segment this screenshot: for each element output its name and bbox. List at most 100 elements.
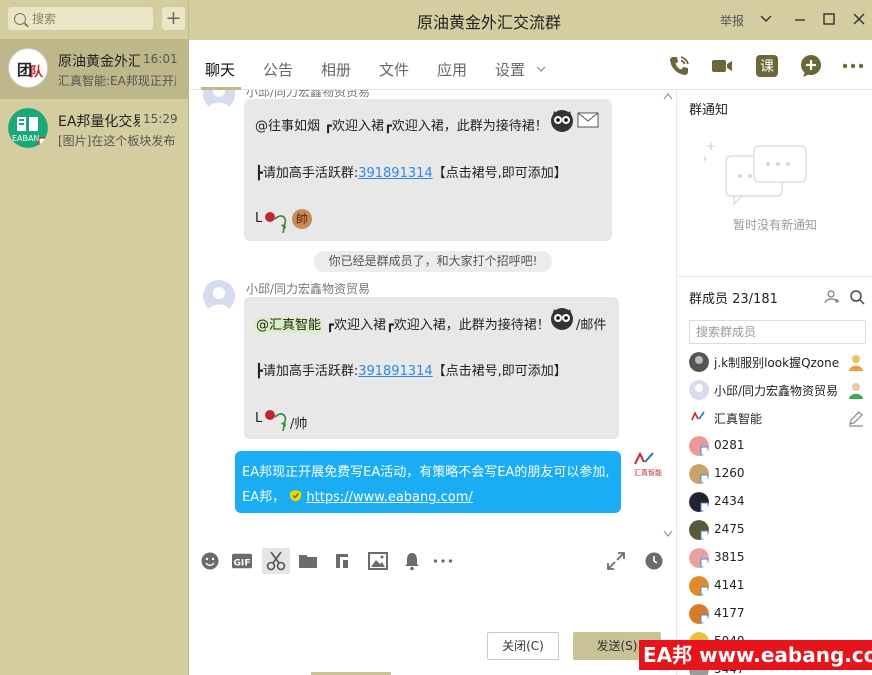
tab-apps[interactable]: 应用 <box>437 59 467 80</box>
sender-avatar[interactable] <box>203 280 235 312</box>
member-avatar <box>689 520 709 540</box>
svg-text:GIF: GIF <box>233 559 250 569</box>
tab-settings[interactable]: 设置 <box>495 59 525 80</box>
add-app-icon[interactable] <box>799 54 823 78</box>
empty-notice-illustration-icon: + + <box>704 139 807 206</box>
notice-title: 群通知 <box>689 103 729 118</box>
member-avatar <box>689 352 709 372</box>
tab-announcement[interactable]: 公告 <box>263 59 293 80</box>
admin-icon <box>849 383 863 399</box>
image-icon[interactable] <box>368 551 388 571</box>
chat-area: 小邱/同力宏鑫物资贸易 @往事如烟 ┏欢迎入裙┏欢迎入裙，此群为接待裙！ ┣请加… <box>189 90 676 540</box>
edit-pencil-icon[interactable] <box>847 409 865 427</box>
report-button[interactable]: 举报 <box>720 12 744 29</box>
group-avatar: 团队 <box>8 48 48 88</box>
member-item[interactable]: 1260 <box>677 460 872 488</box>
minimize-icon[interactable] <box>792 11 808 27</box>
member-item[interactable]: 2434 <box>677 488 872 516</box>
conversation-time: 15:29 <box>143 112 178 126</box>
collapse-icon[interactable] <box>663 92 673 100</box>
commander-emoji-icon: 帥 <box>292 209 312 229</box>
chevron-down-icon <box>536 66 546 72</box>
gif-icon[interactable]: GIF <box>232 551 252 571</box>
member-item[interactable]: 3815 <box>677 544 872 572</box>
tab-bar: 聊天 公告 相册 文件 应用 设置 课 <box>189 40 872 90</box>
member-item[interactable]: 汇真智能 <box>677 404 872 432</box>
close-icon[interactable] <box>851 11 867 27</box>
message-text: /邮件 <box>576 318 607 333</box>
member-item[interactable]: 4177 <box>677 600 872 628</box>
my-avatar[interactable]: 汇真智能 <box>631 450 665 480</box>
scroll-down-icon[interactable] <box>663 530 673 538</box>
more-tools-icon[interactable] <box>433 551 453 571</box>
member-avatar <box>689 576 709 596</box>
chevron-down-icon[interactable] <box>758 11 774 27</box>
svg-text:+: + <box>706 139 716 153</box>
message-text: ┣请加高手活跃群:391891314【点击裙号,即可添加】 <box>255 364 567 379</box>
member-avatar <box>689 464 709 484</box>
url-link[interactable]: https://www.eabang.com/ <box>306 490 472 505</box>
search-icon <box>14 12 26 25</box>
member-avatar <box>689 436 709 456</box>
message-bubble[interactable]: @汇真智能 ┏欢迎入裙┏欢迎入裙，此群为接待裙！ /邮件 ┣请加高手活跃群:39… <box>244 297 619 439</box>
member-name: 4141 <box>714 578 745 592</box>
member-avatar <box>689 548 709 568</box>
tab-files[interactable]: 文件 <box>379 59 409 80</box>
conversation-time: 16:01 <box>143 52 178 66</box>
more-icon[interactable] <box>841 54 865 78</box>
conversation-item[interactable]: EABAN EA邦量化交易 15:29 [图片]在这个板块发布 <box>0 99 189 159</box>
conversation-item[interactable]: 团队 原油黄金外汇交流群 16:01 汇真智能:EA邦现正开展免费写EA活动 <box>0 39 189 99</box>
message-bubble[interactable]: @往事如烟 ┏欢迎入裙┏欢迎入裙，此群为接待裙！ ┣请加高手活跃群:391891… <box>244 99 612 241</box>
svg-text:队: 队 <box>30 65 44 80</box>
add-button[interactable]: + <box>162 7 185 30</box>
history-clock-icon[interactable] <box>644 551 664 571</box>
message-text: EA邦， https://www.eabang.com/ <box>242 490 473 505</box>
member-item[interactable]: 0281 <box>677 432 872 460</box>
member-item[interactable]: 小邱/同力宏鑫物资贸易 <box>677 376 872 404</box>
conversation-name: 原油黄金外汇交流群 <box>58 54 140 70</box>
phone-icon[interactable] <box>667 54 691 78</box>
sender-avatar[interactable] <box>203 90 235 110</box>
group-number-link[interactable]: 391891314 <box>358 364 432 379</box>
member-avatar <box>689 408 709 428</box>
video-call-icon[interactable] <box>710 54 734 78</box>
search-icon[interactable] <box>849 289 865 305</box>
maximize-icon[interactable] <box>821 11 837 27</box>
bell-icon[interactable] <box>402 551 422 571</box>
watermark-banner: EA邦 www.eabang.com <box>639 640 872 670</box>
sender-name[interactable]: 小邱/同力宏鑫物资贸易 <box>246 280 370 297</box>
rose-emoji-icon <box>265 410 287 431</box>
member-item[interactable]: 2475 <box>677 516 872 544</box>
mention[interactable]: @汇真智能 <box>255 318 323 333</box>
member-name: j.k制服别look握Qzone <box>714 356 840 370</box>
message-text: @汇真智能 ┏欢迎入裙┏欢迎入裙，此群为接待裙！ <box>255 318 550 333</box>
add-member-icon[interactable] <box>824 289 840 305</box>
svg-text:课: 课 <box>760 59 774 75</box>
conversation-search[interactable]: 搜索 <box>8 7 153 30</box>
emoji-icon[interactable] <box>200 551 220 571</box>
music-icon[interactable] <box>332 551 352 571</box>
scissors-icon <box>266 551 286 571</box>
message-input[interactable]: 关闭(C) 发送(S) <box>189 580 676 675</box>
notice-empty-text: 暂时没有新通知 <box>732 218 817 232</box>
close-button[interactable]: 关闭(C) <box>487 632 559 660</box>
tab-chat[interactable]: 聊天 <box>205 59 235 80</box>
course-icon[interactable]: 课 <box>755 54 779 78</box>
message-bubble-mine[interactable]: EA邦现正开展免费写EA活动，有策略不会写EA的朋友可以参加, EA邦， htt… <box>235 451 621 513</box>
conversation-preview: 汇真智能:EA邦现正开展免费写EA活动 <box>58 74 176 88</box>
message-text: @往事如烟 ┏欢迎入裙┏欢迎入裙，此群为接待裙！ <box>255 119 548 134</box>
group-number-link[interactable]: 391891314 <box>358 166 432 181</box>
rose-emoji-icon <box>265 212 287 233</box>
member-item[interactable]: j.k制服别look握Qzone <box>677 348 872 376</box>
screenshot-button[interactable] <box>262 548 290 574</box>
expand-icon[interactable] <box>606 551 626 571</box>
member-item[interactable]: 4141 <box>677 572 872 600</box>
tab-album[interactable]: 相册 <box>321 59 351 80</box>
owl-emoji-icon <box>551 308 573 330</box>
folder-icon[interactable] <box>298 551 318 571</box>
message-text: EA邦现正开展免费写EA活动，有策略不会写EA的朋友可以参加, <box>242 465 610 480</box>
member-search-input[interactable]: 搜索群成员 <box>689 320 866 344</box>
system-notice: 你已经是群成员了，和大家打个招呼吧! <box>314 251 552 272</box>
member-name: 3815 <box>714 550 745 564</box>
svg-text:+: + <box>704 154 708 165</box>
